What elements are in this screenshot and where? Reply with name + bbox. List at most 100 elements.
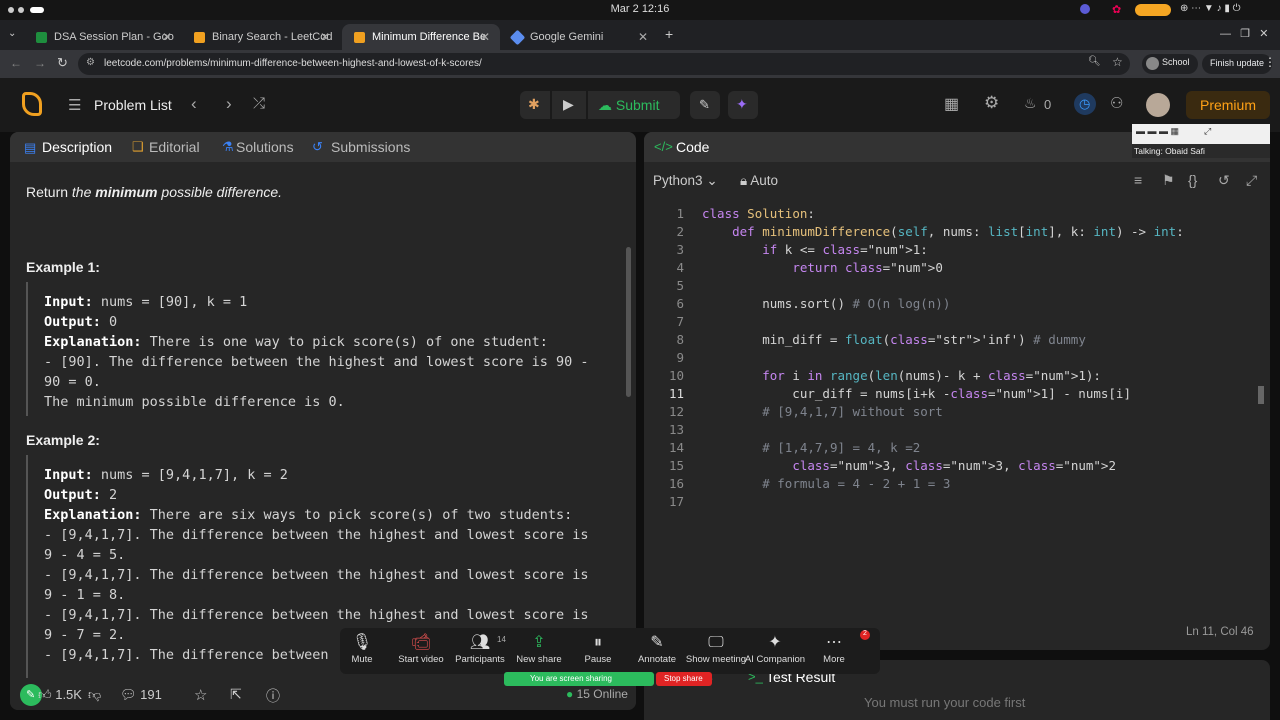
close-tab-icon[interactable]: ✕ <box>162 30 172 44</box>
tab-dsa-session-plan[interactable]: DSA Session Plan - Goo ✕ <box>24 24 182 50</box>
bookmark-star-icon[interactable]: ☆ <box>1112 55 1123 69</box>
description-scrollbar[interactable] <box>626 247 631 397</box>
notes-icon[interactable]: ✎ <box>690 91 720 119</box>
list-icon[interactable]: ☰ <box>68 96 81 114</box>
fullscreen-icon[interactable]: ⤢ <box>1246 172 1257 189</box>
code-line[interactable]: class Solution: <box>702 206 815 224</box>
format-icon[interactable]: ≡ <box>1134 172 1142 188</box>
example-label: Explanation: <box>44 507 142 523</box>
mode-select[interactable]: 🔒︎ Auto <box>740 173 778 189</box>
help-icon[interactable]: ⓘ <box>266 686 280 706</box>
layout-icon[interactable]: ▦ <box>944 94 959 114</box>
language-select[interactable]: Python3 ⌄ <box>653 173 718 189</box>
site-info-icon[interactable]: ⚙ <box>86 57 95 68</box>
code-editor[interactable]: 1 class Solution: 2 def minimumDifference(… <box>644 206 1270 626</box>
tab-editorial[interactable]: Editorial <box>149 139 200 155</box>
tab-description[interactable]: Description <box>42 139 112 155</box>
leetcode-logo-icon[interactable] <box>22 92 42 116</box>
code-line[interactable]: min_diff = float(class="str">'inf') # du… <box>702 332 1086 350</box>
close-tab-icon[interactable]: ✕ <box>480 30 490 44</box>
line-number: 8 <box>676 332 684 347</box>
code-line[interactable]: def minimumDifference(self, nums: list[i… <box>702 224 1184 242</box>
zoom-view-icons[interactable]: ▬ ▬ ▬ ▦ ⤢ <box>1136 126 1211 137</box>
line-number: 12 <box>668 404 684 419</box>
address-bar[interactable]: ⚙ leetcode.com/problems/minimum-differen… <box>78 53 1130 75</box>
code-title: Code <box>676 139 710 155</box>
run-play-icon[interactable]: ▶ <box>552 91 586 119</box>
close-tab-icon[interactable]: ✕ <box>320 30 330 44</box>
code-line[interactable]: # [1,4,7,9] = 4, k =2 <box>702 440 920 458</box>
code-line[interactable]: # formula = 4 - 2 + 1 = 3 <box>702 476 950 494</box>
new-tab-icon[interactable]: + <box>665 26 673 42</box>
problem-list-link[interactable]: Problem List <box>94 97 172 113</box>
example-text: 2 <box>100 487 118 503</box>
comments-button[interactable]: 💬︎ 191 <box>120 687 162 703</box>
close-tab-icon[interactable]: ✕ <box>638 30 648 44</box>
example-line: Output: 0 <box>44 312 589 332</box>
tab-google-gemini[interactable]: Google Gemini ✕ <box>500 24 658 50</box>
editor-scrollbar[interactable] <box>1258 386 1264 404</box>
submit-button[interactable]: ☁ Submit <box>588 91 680 119</box>
tray-icons[interactable]: ⊕ ⋯ ▼ ♪ ▮ ⏻ <box>1180 3 1241 14</box>
premium-button[interactable]: Premium <box>1186 91 1270 119</box>
like-button[interactable]: 👍︎ 1.5K <box>38 687 82 703</box>
tab-solutions[interactable]: Solutions <box>236 139 294 155</box>
avatar <box>1146 57 1159 70</box>
reload-icon[interactable]: ↻ <box>57 55 68 71</box>
favorite-star-icon[interactable]: ☆ <box>194 686 207 704</box>
code-line[interactable]: if k <= class="num">1: <box>702 242 928 260</box>
colorpicker-tray-icon[interactable]: ✿ <box>1112 3 1121 16</box>
line-number: 6 <box>676 296 684 311</box>
reset-icon[interactable]: ↺ <box>1218 172 1230 189</box>
sheets-icon <box>36 32 47 43</box>
dislike-icon[interactable]: 👎︎ <box>88 687 101 703</box>
tab-submissions[interactable]: Submissions <box>331 139 410 155</box>
zoom-item-label: Start video <box>398 654 444 665</box>
debug-bug-icon[interactable]: ✱ <box>520 91 550 119</box>
code-line[interactable]: nums.sort() # O(n log(n)) <box>702 296 950 314</box>
add-friend-icon[interactable]: ⚇ <box>1110 94 1123 112</box>
window-controls[interactable]: — ❐ ✕ <box>1220 27 1268 40</box>
shuffle-icon[interactable]: ⤮ <box>253 95 265 112</box>
leetcode-icon <box>194 32 205 43</box>
code-text: class="num">3, class="num">3, class="num… <box>792 458 1116 473</box>
code-line[interactable]: for i in range(len(nums)- k + class="num… <box>702 368 1101 386</box>
braces-icon[interactable]: {} <box>1188 172 1197 188</box>
streak-fire-icon[interactable]: ♨ <box>1024 95 1037 112</box>
tab-minimum-difference[interactable]: Minimum Difference Be ✕ <box>342 24 500 50</box>
like-count: 1.5K <box>55 687 82 702</box>
timer-icon[interactable]: ◷ <box>1074 93 1096 115</box>
code-line[interactable]: class="num">3, class="num">3, class="num… <box>702 458 1116 476</box>
user-avatar[interactable] <box>1146 93 1170 117</box>
line-number: 5 <box>676 278 684 293</box>
zoom-search-icon[interactable]: 🔍︎ <box>1088 56 1101 67</box>
settings-gear-icon[interactable]: ⚙ <box>984 93 999 113</box>
code-line[interactable]: # [9,4,1,7] without sort <box>702 404 943 422</box>
next-problem-icon[interactable]: › <box>226 94 232 114</box>
zoom-meeting-toolbar: 🎙︎ Mute 📹︎ Start video 👥︎ Participants ⇪ New sh… <box>340 628 880 674</box>
bookmark-icon[interactable]: ⚑ <box>1162 172 1175 189</box>
tab-search-icon[interactable]: ⌄ <box>8 28 16 39</box>
screen-share-indicator[interactable] <box>1135 4 1171 16</box>
zoom-speaker-overlay: ▬ ▬ ▬ ▦ ⤢ Talking: Obaid Safi <box>1132 124 1270 158</box>
stop-share-button[interactable]: Stop share <box>656 672 712 686</box>
tab-binary-search[interactable]: Binary Search - LeetCod ✕ <box>182 24 340 50</box>
talking-label: Talking: Obaid Safi <box>1132 144 1270 158</box>
forward-icon[interactable]: → <box>34 56 46 70</box>
code-line[interactable]: cur_diff = nums[i+k -class="num">1] - nu… <box>702 386 1131 404</box>
browser-menu-icon[interactable]: ⋮ <box>1264 55 1276 69</box>
share-icon[interactable]: ⇱ <box>230 686 242 703</box>
back-icon[interactable]: ← <box>10 56 22 70</box>
prev-problem-icon[interactable]: ‹ <box>191 94 197 114</box>
comment-icon: 💬︎ <box>120 687 137 702</box>
finish-update-button[interactable]: Finish update <box>1202 54 1273 74</box>
example-line: Output: 2 <box>44 485 589 505</box>
zoom-tray-icon[interactable] <box>1080 4 1090 14</box>
zoom-more-button[interactable]: ⋯ More <box>799 632 869 665</box>
code-line[interactable]: return class="num">0 <box>702 260 943 278</box>
ai-sparkle-icon[interactable]: ✦ <box>728 91 758 119</box>
example-text: - [90]. The difference between the highe… <box>44 354 589 370</box>
profile-chip[interactable]: School <box>1142 54 1198 74</box>
example-line: Explanation: There is one way to pick sc… <box>44 332 589 352</box>
description-panel: ▤ Description ❑ Editorial ⚗ Solutions ↺ … <box>10 132 636 710</box>
